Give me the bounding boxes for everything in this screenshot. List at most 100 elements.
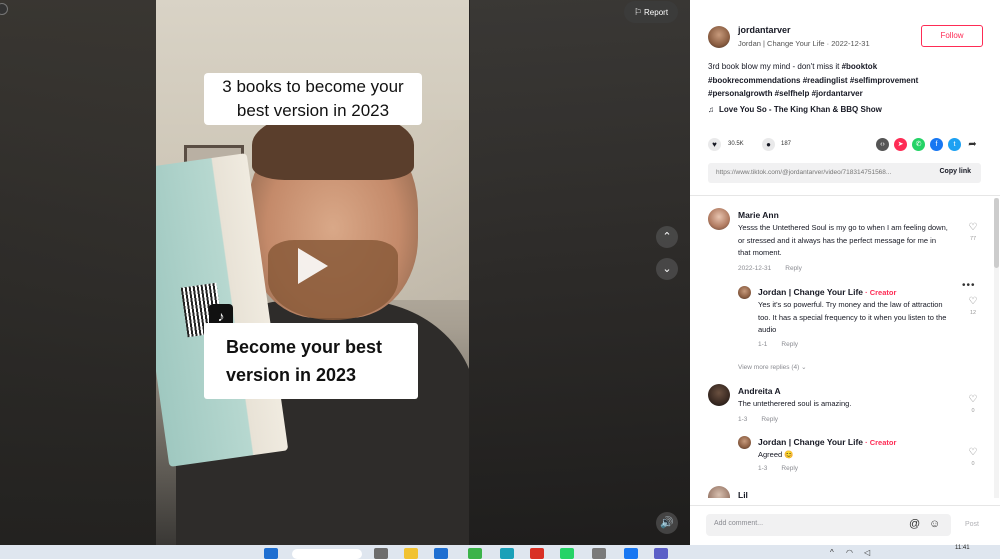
next-video-button[interactable]: ⌄ [656,258,678,280]
video-link-url[interactable]: https://www.tiktok.com/@jordantarver/vid… [716,169,896,176]
taskbar-search[interactable] [292,549,362,559]
taskbar: ^ ◠ ◁ 11:41 [0,545,1000,559]
blurred-background-left [0,0,156,545]
heart-outline-icon[interactable]: ♡ [967,394,979,405]
store-icon[interactable] [434,548,448,559]
comment-composer: Add comment... @ ☺ Post [690,505,1000,545]
music-title: Love You So - The King Khan & BBQ Show [719,105,882,114]
taskbar-clock[interactable]: 11:41 [955,545,970,551]
comment-icon[interactable]: ● [762,138,775,151]
video-caption-top: 3 books to become your best version in 2… [204,73,422,125]
like-count: 30.5K [728,141,744,147]
heart-outline-icon[interactable]: ♡ [967,222,979,233]
report-button[interactable]: ⚐ Report [624,1,678,23]
heart-outline-icon[interactable]: ♡ [967,447,979,458]
reply-text: Agreed 😊 [758,450,794,459]
heart-outline-icon[interactable]: ♡ [967,296,979,307]
comment-meta: 2022-12-31 Reply [738,265,802,272]
reply-author-name: Jordan | Change Your Life [758,437,864,447]
reply-author[interactable]: Jordan | Change Your Life · Creator [758,437,896,447]
link-box: https://www.tiktok.com/@jordantarver/vid… [708,163,981,183]
person-beard [268,240,398,320]
whatsapp-taskbar-icon[interactable] [560,548,574,559]
creator-badge: · Creator [863,288,897,297]
details-panel: jordantarver Jordan | Change Your Life ·… [690,0,1000,545]
comment-text: Yesss the Untethered Soul is my go to wh… [738,223,948,257]
volume-button[interactable]: 🔊 [656,512,678,534]
comment-date: 1-3 [738,416,748,423]
avatar[interactable] [738,436,751,449]
hashtag-link[interactable]: #booktok [842,62,878,71]
video-caption-bottom: Become your best version in 2023 [204,323,418,399]
reply-date: 1-1 [758,341,768,348]
avatar[interactable] [708,26,730,48]
avatar[interactable] [708,208,730,230]
mention-icon[interactable]: @ [909,518,920,530]
task-view-icon[interactable] [374,548,388,559]
chevron-up-icon[interactable]: ^ [830,548,834,557]
reply-like-count: 12 [969,310,977,316]
comment-author[interactable]: Lil [738,490,748,498]
reply-meta: 1-1 Reply [758,341,798,348]
add-comment-input[interactable]: Add comment... @ ☺ [706,514,951,536]
follow-button[interactable]: Follow [921,25,983,47]
divider [690,195,1000,196]
reply-author-name: Jordan | Change Your Life [758,287,864,297]
share-arrow-icon[interactable]: ➦ [966,138,979,151]
comment-meta: 1-3 Reply [738,416,778,423]
previous-video-button[interactable]: ⌃ [656,226,678,248]
description-text: 3rd book blow my mind - don't miss it [708,62,842,71]
avatar[interactable] [708,486,730,498]
play-icon[interactable] [298,248,328,284]
app-icon[interactable] [624,548,638,559]
music-link[interactable]: ♫ Love You So - The King Khan & BBQ Show [708,105,882,114]
comment-list[interactable]: Marie Ann Yesss the Untethered Soul is m… [690,198,1000,498]
reply-date: 1-3 [758,465,768,472]
comment-author[interactable]: Andreita A [738,386,781,396]
author-username[interactable]: jordantarver [738,25,791,35]
avatar[interactable] [738,286,751,299]
comments-scrollbar[interactable] [994,198,999,498]
file-explorer-icon[interactable] [404,548,418,559]
heart-icon[interactable]: ♥ [708,138,721,151]
app-icon[interactable] [592,548,606,559]
speaker-icon[interactable]: ◁ [864,548,870,557]
edge-icon[interactable] [500,548,514,559]
reply-meta: 1-3 Reply [758,465,798,472]
copy-link-button[interactable]: Copy link [939,168,971,175]
more-options-icon[interactable]: ••• [962,280,976,291]
reply-button[interactable]: Reply [781,465,798,472]
reply-button[interactable]: Reply [781,341,798,348]
start-icon[interactable] [264,548,278,559]
embed-icon[interactable]: ‹› [876,138,889,151]
whatsapp-icon[interactable]: ✆ [912,138,925,151]
avatar[interactable] [708,384,730,406]
music-note-icon: ♫ [708,105,714,114]
post-description: 3rd book blow my mind - don't miss it #b… [708,60,978,101]
share-row: ‹› ➤ ✆ f t ➦ [876,138,986,152]
wifi-icon[interactable]: ◠ [846,548,853,557]
hashtag-link[interactable]: #personalgrowth #selfhelp #jordantarver [708,89,863,98]
post-button[interactable]: Post [965,521,979,528]
emoji-icon[interactable]: ☺ [929,518,940,530]
creator-badge: · Creator [863,438,897,447]
app-icon[interactable] [654,548,668,559]
reply-author[interactable]: Jordan | Change Your Life · Creator [758,287,896,297]
reply-button[interactable]: Reply [761,416,778,423]
app-icon[interactable] [468,548,482,559]
reply-like-count: 0 [971,461,975,467]
view-more-replies[interactable]: View more replies (4) ⌄ [738,363,807,371]
hashtag-link[interactable]: #bookrecommendations #readinglist #selfi… [708,76,918,85]
reply-button[interactable]: Reply [785,265,802,272]
chevron-down-icon: ⌄ [801,364,807,371]
view-more-label: View more replies (4) [738,364,800,371]
chrome-icon[interactable] [530,548,544,559]
flag-icon: ⚐ [633,7,643,17]
send-icon[interactable]: ➤ [894,138,907,151]
comment-like-count: 0 [971,408,975,414]
facebook-icon[interactable]: f [930,138,943,151]
twitter-icon[interactable]: t [948,138,961,151]
comment-author[interactable]: Marie Ann [738,210,779,220]
speaker-icon: 🔊 [660,517,674,529]
scrollbar-thumb[interactable] [994,198,999,268]
